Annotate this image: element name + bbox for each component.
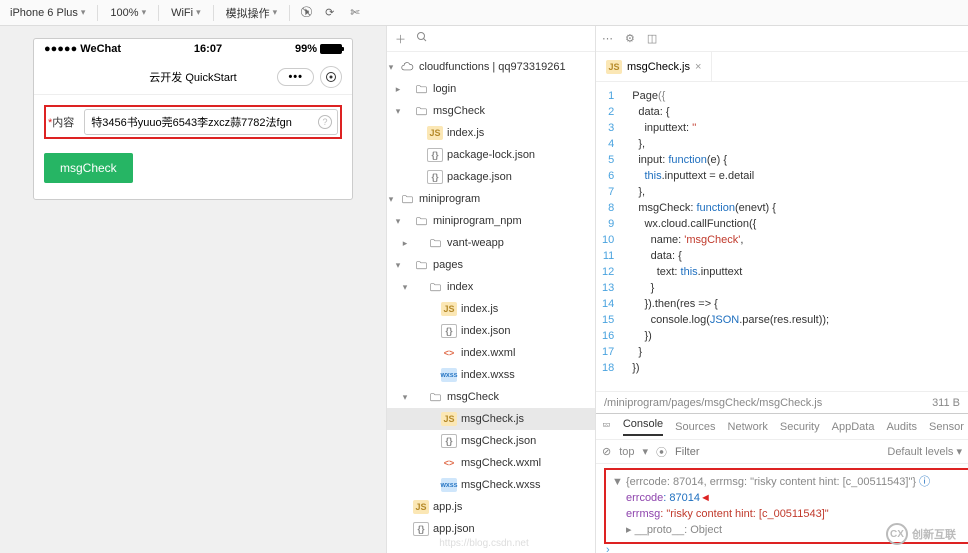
watermark: https://blog.csdn.net xyxy=(439,538,529,549)
cut-icon[interactable]: ✄ xyxy=(344,4,365,21)
settings-icon[interactable]: ⚙ xyxy=(625,32,635,45)
more-icon[interactable]: ⋯ xyxy=(602,32,613,45)
tree-item[interactable]: wxssmsgCheck.wxss xyxy=(387,474,595,496)
tree-item[interactable]: ▾miniprogram xyxy=(387,188,595,210)
editor-tab-msgcheck[interactable]: JS msgCheck.js × xyxy=(596,52,712,81)
devtools-tab[interactable]: Audits xyxy=(886,421,917,433)
new-file-icon[interactable]: ＋ xyxy=(395,31,406,47)
tree-item[interactable]: ▾pages xyxy=(387,254,595,276)
battery-icon xyxy=(320,44,342,54)
carrier-label: ●●●●● WeChat xyxy=(44,43,121,55)
devtools-tabs: ⮹ Console Sources Network Security AppData Au… xyxy=(596,414,968,440)
console-filter-input[interactable] xyxy=(675,446,879,458)
js-file-icon: JS xyxy=(606,60,622,74)
brand-logo: CX 创新互联 xyxy=(886,523,956,545)
tree-item[interactable]: {}index.json xyxy=(387,320,595,342)
tree-toolbar: ＋ xyxy=(387,26,595,52)
tree-item[interactable]: ▸login xyxy=(387,78,595,100)
inspect-icon[interactable]: ⮹ xyxy=(602,420,611,433)
devtools-tab[interactable]: Security xyxy=(780,421,820,433)
tree-item[interactable]: ▾msgCheck xyxy=(387,100,595,122)
tree-item[interactable]: {}msgCheck.json xyxy=(387,430,595,452)
battery-percent: 99% xyxy=(295,43,317,55)
nav-bar: 云开发 QuickStart ••• xyxy=(34,59,352,95)
devtools-tab[interactable]: Console xyxy=(623,418,663,436)
phone-status-bar: ●●●●● WeChat 16:07 99% xyxy=(34,39,352,59)
tree-item[interactable]: JSindex.js xyxy=(387,298,595,320)
tree-item[interactable]: {}package.json xyxy=(387,166,595,188)
content-field-row: *内容 特3456书yuuo莞6543李zxcz蒜7782法fgn ? xyxy=(44,105,342,139)
editor-tabs: JS msgCheck.js × xyxy=(596,52,968,82)
simulator-column: ●●●●● WeChat 16:07 99% 云开发 QuickStart ••… xyxy=(0,26,386,553)
mute-icon[interactable]: 🕨⃠ xyxy=(296,4,315,21)
network-select[interactable]: WiFi xyxy=(165,5,207,21)
clock-label: 16:07 xyxy=(194,43,222,55)
close-tab-icon[interactable]: × xyxy=(695,61,701,73)
content-input[interactable]: 特3456书yuuo莞6543李zxcz蒜7782法fgn ? xyxy=(84,109,338,135)
tree-item[interactable]: {}package-lock.json xyxy=(387,144,595,166)
code-editor[interactable]: 123456789101112131415161718 Page({ data:… xyxy=(596,82,968,391)
phone-frame: ●●●●● WeChat 16:07 99% 云开发 QuickStart ••… xyxy=(33,38,353,200)
msgcheck-button[interactable]: msgCheck xyxy=(44,153,133,183)
tree-item[interactable]: JSindex.js xyxy=(387,122,595,144)
editor-path-bar: /miniprogram/pages/msgCheck/msgCheck.js … xyxy=(596,391,968,413)
file-size: 311 B xyxy=(932,397,960,409)
help-icon[interactable]: ? xyxy=(318,115,332,129)
devtools-tab[interactable]: Sources xyxy=(675,421,715,433)
device-select[interactable]: iPhone 6 Plus xyxy=(4,5,91,21)
file-path: /miniprogram/pages/msgCheck/msgCheck.js xyxy=(604,397,822,409)
devtools-tab[interactable]: Network xyxy=(728,421,768,433)
tree-item[interactable]: ▾miniprogram_npm xyxy=(387,210,595,232)
levels-select[interactable]: Default levels ▾ xyxy=(887,445,962,458)
tree-item[interactable]: wxssindex.wxss xyxy=(387,364,595,386)
tree-item[interactable]: ▸vant-weapp xyxy=(387,232,595,254)
scope-select[interactable]: top xyxy=(619,446,634,458)
tree-item[interactable]: JSapp.js xyxy=(387,496,595,518)
tree-item[interactable]: ▾index xyxy=(387,276,595,298)
capsule-close-button[interactable] xyxy=(320,66,342,88)
page-title: 云开发 QuickStart xyxy=(149,69,236,85)
editor-toolbar: ⋯ ⚙ ◫ xyxy=(596,26,968,52)
capsule-menu-button[interactable]: ••• xyxy=(277,68,314,86)
tree-item[interactable]: <>index.wxml xyxy=(387,342,595,364)
top-toolbar: iPhone 6 Plus 100% WiFi 模拟操作 🕨⃠ ⟳ ✄ xyxy=(0,0,968,26)
editor-column: ⋯ ⚙ ◫ JS msgCheck.js × 12345678910111213… xyxy=(596,26,968,553)
mock-operation-select[interactable]: 模拟操作 xyxy=(220,3,284,23)
clear-console-icon[interactable]: ⊘ xyxy=(602,445,611,458)
console-toolbar: ⊘ top ▾ ⦿ Default levels ▾ xyxy=(596,440,968,464)
zoom-select[interactable]: 100% xyxy=(104,5,152,21)
tree-item[interactable]: JSmsgCheck.js xyxy=(387,408,595,430)
search-icon[interactable] xyxy=(416,31,428,46)
tree-item[interactable]: ▾msgCheck xyxy=(387,386,595,408)
file-tree-column: ＋ ▾cloudfunctions | qq973319261▸login▾ms… xyxy=(386,26,596,553)
split-icon[interactable]: ◫ xyxy=(647,32,657,45)
tree-item[interactable]: ▾cloudfunctions | qq973319261 xyxy=(387,56,595,78)
file-tree[interactable]: ▾cloudfunctions | qq973319261▸login▾msgC… xyxy=(387,52,595,553)
tree-item[interactable]: <>msgCheck.wxml xyxy=(387,452,595,474)
devtools-tab[interactable]: AppData xyxy=(832,421,875,433)
content-label: *内容 xyxy=(48,114,74,130)
devtools-tab[interactable]: Sensor xyxy=(929,421,964,433)
rotate-icon[interactable]: ⟳ xyxy=(319,4,340,21)
tree-item[interactable]: {}app.json xyxy=(387,518,595,540)
